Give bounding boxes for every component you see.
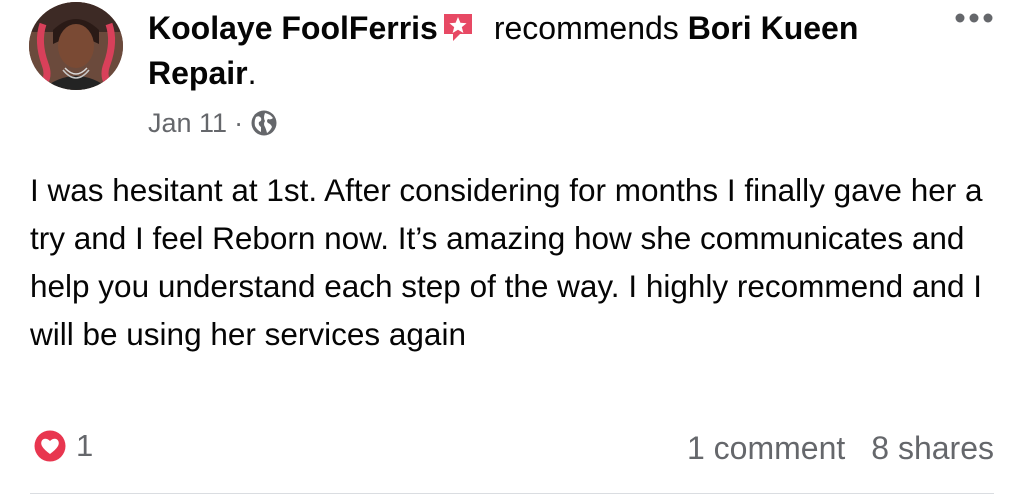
- reaction-count: 1: [76, 428, 94, 463]
- meta-separator: ·: [234, 108, 244, 138]
- globe-icon[interactable]: [250, 109, 278, 137]
- post-header: Koolaye FoolFerris recommends Bori Kueen…: [148, 6, 908, 96]
- recommends-text: recommends: [493, 10, 679, 46]
- heart-icon: [33, 429, 67, 463]
- more-options-button[interactable]: [953, 8, 995, 28]
- more-icon: [955, 13, 993, 23]
- post-meta: Jan 11 ·: [148, 104, 278, 142]
- avatar-image: [29, 2, 123, 90]
- share-count-link[interactable]: 8 shares: [871, 428, 994, 468]
- post-date[interactable]: Jan 11: [148, 104, 227, 142]
- reactions-summary[interactable]: 1: [32, 428, 93, 464]
- author-avatar[interactable]: [29, 2, 123, 90]
- engagement-counts: 1 comment 8 shares: [687, 428, 994, 468]
- footer-divider: [30, 493, 994, 494]
- header-period: .: [247, 55, 257, 91]
- post-body: I was hesitant at 1st. After considering…: [30, 172, 983, 352]
- author-name[interactable]: Koolaye FoolFerris: [148, 10, 438, 46]
- comment-count-link[interactable]: 1 comment: [687, 428, 845, 468]
- recommendation-badge-icon: [443, 14, 472, 41]
